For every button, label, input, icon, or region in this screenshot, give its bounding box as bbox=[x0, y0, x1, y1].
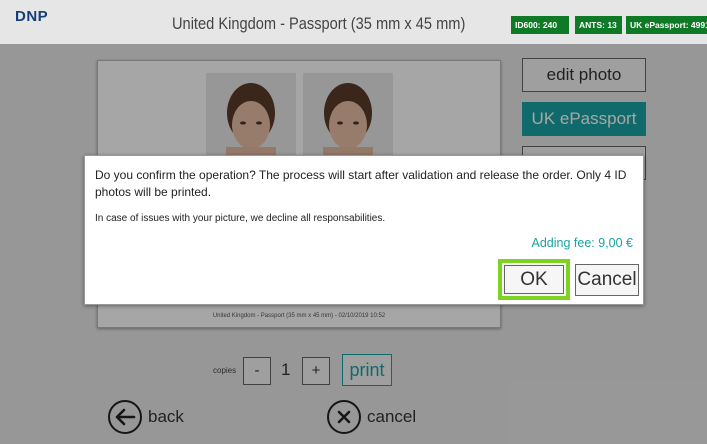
dialog-message: Do you confirm the operation? The proces… bbox=[95, 168, 627, 199]
badge-ants: ANTS: 13 bbox=[575, 16, 622, 34]
badge-uk-epassport: UK ePassport: 4991 bbox=[626, 16, 707, 34]
fee-text: Adding fee: 9,00 € bbox=[531, 236, 633, 250]
confirm-dialog: Do you confirm the operation? The proces… bbox=[84, 155, 644, 305]
badge-id600: ID600: 240 bbox=[511, 16, 569, 34]
dialog-cancel-button[interactable]: Cancel bbox=[575, 264, 639, 296]
dialog-note: In case of issues with your picture, we … bbox=[95, 213, 386, 224]
dnp-logo: DNP bbox=[15, 8, 49, 25]
page-title: United Kingdom - Passport (35 mm x 45 mm… bbox=[172, 14, 466, 33]
ok-button[interactable]: OK bbox=[498, 259, 570, 300]
header-bar: DNP United Kingdom - Passport (35 mm x 4… bbox=[0, 0, 707, 44]
ok-label: OK bbox=[520, 269, 548, 290]
